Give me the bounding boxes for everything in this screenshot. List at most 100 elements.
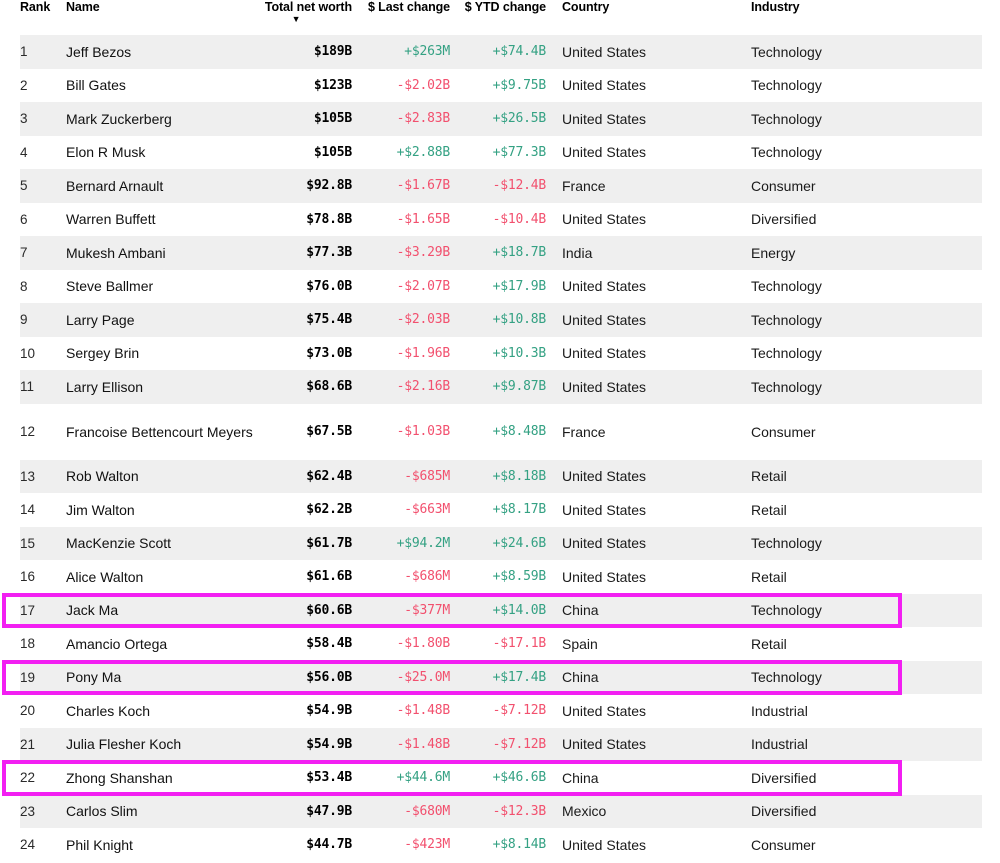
table-row[interactable]: 23 Carlos Slim $47.9B -$680M -$12.3B Mexico Di… [0,795,1000,829]
cell-country: United States [562,211,647,228]
cell-total-net-worth: $78.8B [306,211,352,227]
table-row[interactable]: 3 Mark Zuckerberg $105B -$2.83B +$26.5B Unite… [0,102,1000,136]
table-row[interactable]: 12 Francoise Bettencourt Meyers $67.5B -$1.… [0,404,1000,460]
cell-total-net-worth: $68.6B [306,379,352,395]
table-row[interactable]: 14 Jim Walton $62.2B -$663M +$8.17B United St… [0,493,1000,527]
cell-total-net-worth: $73.0B [306,345,352,361]
cell-ytd-change: +$17.9B [492,278,547,294]
cell-country: China [562,769,599,786]
cell-country: United States [562,736,647,753]
cell-name: MacKenzie Scott [66,535,172,552]
table-row[interactable]: 10 Sergey Brin $73.0B -$1.96B +$10.3B United … [0,337,1000,371]
cell-ytd-change: +$74.4B [492,44,547,60]
table-row[interactable]: 19 Pony Ma $56.0B -$25.0M +$17.4B China Techno… [0,661,1000,695]
cell-spacer [962,527,1000,561]
cell-last-change: -$1.67B [396,178,451,194]
cell-industry: Technology [751,43,822,60]
cell-rank: 2 [20,77,28,93]
column-header-industry-label: Industry [751,0,800,14]
table-row[interactable]: 24 Phil Knight $44.7B -$423M +$8.14B United S… [0,828,1000,862]
cell-country: United States [562,43,647,60]
cell-country: United States [562,77,647,94]
table-row[interactable]: 4 Elon R Musk $105B +$2.88B +$77.3B United St… [0,136,1000,170]
column-header-last-change[interactable]: $ Last change [352,0,450,35]
cell-total-net-worth: $105B [313,144,352,160]
cell-name: Mark Zuckerberg [66,110,172,127]
cell-country: Spain [562,635,598,652]
column-header-ytd-change-label: $ YTD change [464,0,546,14]
cell-ytd-change: -$12.3B [492,803,547,819]
table-row[interactable]: 18 Amancio Ortega $58.4B -$1.80B -$17.1B Spai… [0,627,1000,661]
table-row[interactable]: 11 Larry Ellison $68.6B -$2.16B +$9.87B Unite… [0,370,1000,404]
cell-industry: Retail [751,468,787,485]
cell-total-net-worth: $60.6B [306,602,352,618]
table-row[interactable]: 22 Zhong Shanshan $53.4B +$44.6M +$46.6B Chin… [0,761,1000,795]
cell-last-change: -$686M [404,569,450,585]
cell-total-net-worth: $76.0B [306,278,352,294]
cell-spacer [962,694,1000,728]
cell-rank: 5 [20,178,28,194]
cell-country: United States [562,110,647,127]
cell-total-net-worth: $67.5B [306,424,352,439]
cell-country: United States [562,535,647,552]
cell-spacer [962,627,1000,661]
table-row[interactable]: 21 Julia Flesher Koch $54.9B -$1.48B -$7.12B… [0,728,1000,762]
column-header-country[interactable]: Country [546,0,735,35]
cell-industry: Retail [751,635,787,652]
column-header-name-label: Name [66,0,100,14]
column-header-name[interactable]: Name [66,0,256,35]
cell-rank: 22 [20,770,36,786]
cell-country: United States [562,501,647,518]
column-header-ytd-change[interactable]: $ YTD change [450,0,546,35]
table-row[interactable]: 5 Bernard Arnault $92.8B -$1.67B -$12.4B Fran… [0,169,1000,203]
cell-name: Jim Walton [66,501,135,518]
cell-ytd-change: +$10.8B [492,312,547,328]
cell-rank: 18 [20,636,36,652]
cell-industry: Technology [751,278,822,295]
cell-spacer [962,270,1000,304]
table-row[interactable]: 7 Mukesh Ambani $77.3B -$3.29B +$18.7B India E… [0,236,1000,270]
cell-name: Sergey Brin [66,345,140,362]
cell-country: United States [562,468,647,485]
cell-name: Francoise Bettencourt Meyers [66,423,253,440]
table-row[interactable]: 17 Jack Ma $60.6B -$377M +$14.0B China Technol… [0,594,1000,628]
column-header-total-net-worth[interactable]: Total net worth ▼ [256,0,352,35]
cell-rank: 14 [20,502,36,518]
column-header-industry[interactable]: Industry [735,0,962,35]
table-row[interactable]: 13 Rob Walton $62.4B -$685M +$8.18B United St… [0,460,1000,494]
cell-spacer [962,493,1000,527]
column-header-rank[interactable]: Rank [0,0,66,35]
cell-rank: 24 [20,837,36,853]
cell-industry: Technology [751,535,822,552]
cell-industry: Technology [751,77,822,94]
cell-industry: Industrial [751,736,808,753]
cell-industry: Retail [751,501,787,518]
cell-last-change: -$685M [404,468,450,484]
table-row[interactable]: 9 Larry Page $75.4B -$2.03B +$10.8B United St… [0,303,1000,337]
cell-rank: 10 [20,345,36,361]
cell-total-net-worth: $62.2B [306,502,352,518]
cell-last-change: -$423M [404,837,450,853]
table-row[interactable]: 16 Alice Walton $61.6B -$686M +$8.59B United … [0,560,1000,594]
cell-name: Zhong Shanshan [66,769,173,786]
table-row[interactable]: 1 Jeff Bezos $189B +$263M +$74.4B United Stat… [0,35,1000,69]
cell-total-net-worth: $61.6B [306,569,352,585]
cell-country: Mexico [562,803,607,820]
cell-total-net-worth: $61.7B [306,535,352,551]
table-row[interactable]: 20 Charles Koch $54.9B -$1.48B -$7.12B United… [0,694,1000,728]
cell-industry: Industrial [751,702,808,719]
cell-ytd-change: +$14.0B [492,602,547,618]
cell-last-change: -$1.80B [396,636,451,652]
cell-last-change: -$2.83B [396,111,451,127]
cell-total-net-worth: $44.7B [306,837,352,853]
table-row[interactable]: 6 Warren Buffett $78.8B -$1.65B -$10.4B Unite… [0,203,1000,237]
table-row[interactable]: 2 Bill Gates $123B -$2.02B +$9.75B United Sta… [0,69,1000,103]
cell-spacer [962,728,1000,762]
table-row[interactable]: 8 Steve Ballmer $76.0B -$2.07B +$17.9B United… [0,270,1000,304]
cell-name: Bernard Arnault [66,177,164,194]
cell-country: France [562,177,606,194]
table-header-row: Rank Name Total net worth ▼ $ Last chang… [0,0,1000,35]
table-row[interactable]: 15 MacKenzie Scott $61.7B +$94.2M +$24.6B Uni… [0,527,1000,561]
cell-ytd-change: +$9.75B [492,77,547,93]
caret-down-icon[interactable]: ▼ [256,15,336,24]
